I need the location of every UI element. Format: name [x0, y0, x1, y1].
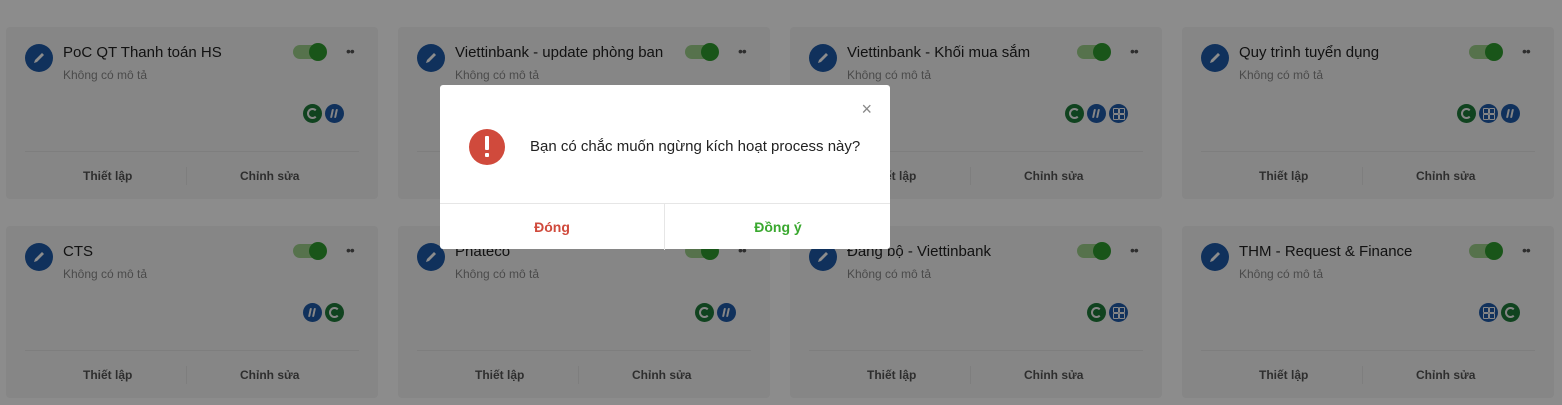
close-button[interactable]: Đóng [440, 204, 665, 250]
confirm-dialog: × Bạn có chắc muốn ngừng kích hoạt proce… [440, 85, 890, 250]
dialog-footer: Đóng Đồng ý [440, 203, 890, 250]
confirm-button[interactable]: Đồng ý [666, 204, 890, 250]
warning-icon [469, 129, 505, 165]
dialog-message: Bạn có chắc muốn ngừng kích hoạt process… [530, 138, 861, 155]
close-icon[interactable]: × [861, 99, 872, 119]
